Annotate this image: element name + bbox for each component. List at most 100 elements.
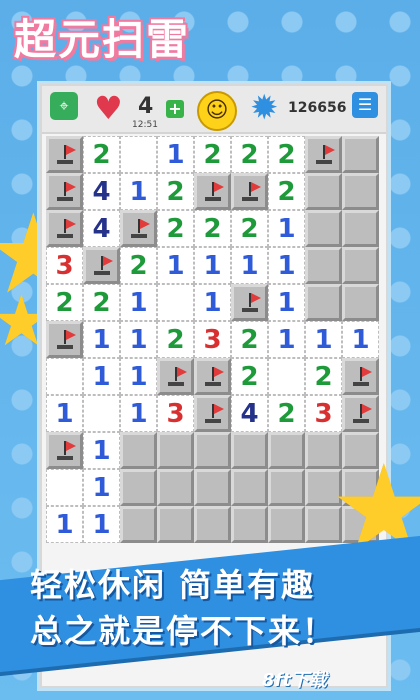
covered-cell[interactable] [268, 506, 305, 543]
revealed-cell[interactable]: 2 [157, 173, 194, 210]
revealed-cell[interactable]: 1 [268, 210, 305, 247]
revealed-cell[interactable]: 1 [46, 395, 83, 432]
revealed-cell[interactable]: 1 [194, 284, 231, 321]
covered-cell[interactable] [305, 284, 342, 321]
flag-icon [66, 441, 76, 451]
revealed-cell[interactable] [46, 469, 83, 506]
revealed-cell[interactable]: 2 [83, 284, 120, 321]
covered-cell[interactable] [120, 432, 157, 469]
revealed-cell[interactable]: 2 [157, 210, 194, 247]
revealed-cell[interactable]: 1 [120, 358, 157, 395]
covered-cell[interactable] [268, 469, 305, 506]
revealed-cell[interactable] [268, 358, 305, 395]
covered-cell[interactable] [157, 506, 194, 543]
revealed-cell[interactable]: 1 [83, 358, 120, 395]
flag-cell[interactable] [231, 173, 268, 210]
revealed-cell[interactable]: 2 [194, 136, 231, 173]
covered-cell[interactable] [157, 432, 194, 469]
plus-icon[interactable]: + [166, 100, 184, 118]
covered-cell[interactable] [342, 173, 379, 210]
flag-cell[interactable] [157, 358, 194, 395]
revealed-cell[interactable]: 3 [305, 395, 342, 432]
revealed-cell[interactable]: 3 [46, 247, 83, 284]
flag-cell[interactable] [46, 210, 83, 247]
revealed-cell[interactable]: 1 [83, 321, 120, 358]
revealed-cell[interactable]: 2 [268, 173, 305, 210]
revealed-cell[interactable]: 3 [194, 321, 231, 358]
covered-cell[interactable] [342, 247, 379, 284]
covered-cell[interactable] [342, 284, 379, 321]
flag-cell[interactable] [305, 136, 342, 173]
covered-cell[interactable] [231, 506, 268, 543]
revealed-cell[interactable]: 2 [231, 358, 268, 395]
flag-cell[interactable] [231, 284, 268, 321]
revealed-cell[interactable]: 2 [268, 136, 305, 173]
menu-list-icon[interactable]: ☰ [352, 92, 378, 118]
covered-cell[interactable] [231, 432, 268, 469]
location-pin-icon[interactable]: ⌖ [50, 92, 78, 120]
flag-cell[interactable] [194, 395, 231, 432]
revealed-cell[interactable] [46, 358, 83, 395]
flag-cell[interactable] [194, 358, 231, 395]
gear-icon[interactable]: ✹ [250, 91, 279, 125]
flag-cell[interactable] [46, 173, 83, 210]
covered-cell[interactable] [305, 247, 342, 284]
revealed-cell[interactable]: 1 [83, 469, 120, 506]
flag-cell[interactable] [120, 210, 157, 247]
revealed-cell[interactable]: 1 [157, 247, 194, 284]
revealed-cell[interactable]: 1 [46, 506, 83, 543]
covered-cell[interactable] [268, 432, 305, 469]
covered-cell[interactable] [194, 506, 231, 543]
revealed-cell[interactable]: 1 [268, 247, 305, 284]
covered-cell[interactable] [305, 210, 342, 247]
revealed-cell[interactable]: 2 [231, 136, 268, 173]
flag-cell[interactable] [194, 173, 231, 210]
smiley-face-icon[interactable]: ☺ [197, 91, 237, 131]
revealed-cell[interactable]: 1 [231, 247, 268, 284]
covered-cell[interactable] [194, 432, 231, 469]
covered-cell[interactable] [157, 469, 194, 506]
revealed-cell[interactable]: 1 [120, 321, 157, 358]
covered-cell[interactable] [342, 210, 379, 247]
revealed-cell[interactable]: 4 [83, 173, 120, 210]
revealed-cell[interactable]: 2 [157, 321, 194, 358]
revealed-cell[interactable]: 1 [120, 284, 157, 321]
revealed-cell[interactable]: 1 [268, 321, 305, 358]
revealed-cell[interactable]: 1 [157, 136, 194, 173]
covered-cell[interactable] [194, 469, 231, 506]
revealed-cell[interactable]: 1 [305, 321, 342, 358]
flag-cell[interactable] [83, 247, 120, 284]
covered-cell[interactable] [305, 173, 342, 210]
revealed-cell[interactable] [120, 136, 157, 173]
revealed-cell[interactable]: 2 [83, 136, 120, 173]
revealed-cell[interactable]: 1 [120, 173, 157, 210]
revealed-cell[interactable]: 3 [157, 395, 194, 432]
revealed-cell[interactable]: 1 [342, 321, 379, 358]
revealed-cell[interactable]: 2 [231, 210, 268, 247]
revealed-cell[interactable]: 1 [194, 247, 231, 284]
revealed-cell[interactable] [157, 284, 194, 321]
revealed-cell[interactable]: 2 [194, 210, 231, 247]
covered-cell[interactable] [120, 506, 157, 543]
covered-cell[interactable] [120, 469, 157, 506]
revealed-cell[interactable]: 2 [120, 247, 157, 284]
flag-cell[interactable] [46, 136, 83, 173]
revealed-cell[interactable]: 2 [231, 321, 268, 358]
flag-cell[interactable] [342, 358, 379, 395]
revealed-cell[interactable]: 4 [83, 210, 120, 247]
flag-cell[interactable] [46, 432, 83, 469]
revealed-cell[interactable]: 1 [83, 432, 120, 469]
revealed-cell[interactable]: 2 [305, 358, 342, 395]
revealed-cell[interactable]: 2 [268, 395, 305, 432]
revealed-cell[interactable]: 4 [231, 395, 268, 432]
revealed-cell[interactable] [83, 395, 120, 432]
covered-cell[interactable] [342, 136, 379, 173]
lives-count: 4 [138, 94, 154, 119]
revealed-cell[interactable]: 1 [83, 506, 120, 543]
revealed-cell[interactable]: 1 [268, 284, 305, 321]
flag-cell[interactable] [46, 321, 83, 358]
revealed-cell[interactable]: 2 [46, 284, 83, 321]
covered-cell[interactable] [231, 469, 268, 506]
flag-cell[interactable] [342, 395, 379, 432]
revealed-cell[interactable]: 1 [120, 395, 157, 432]
